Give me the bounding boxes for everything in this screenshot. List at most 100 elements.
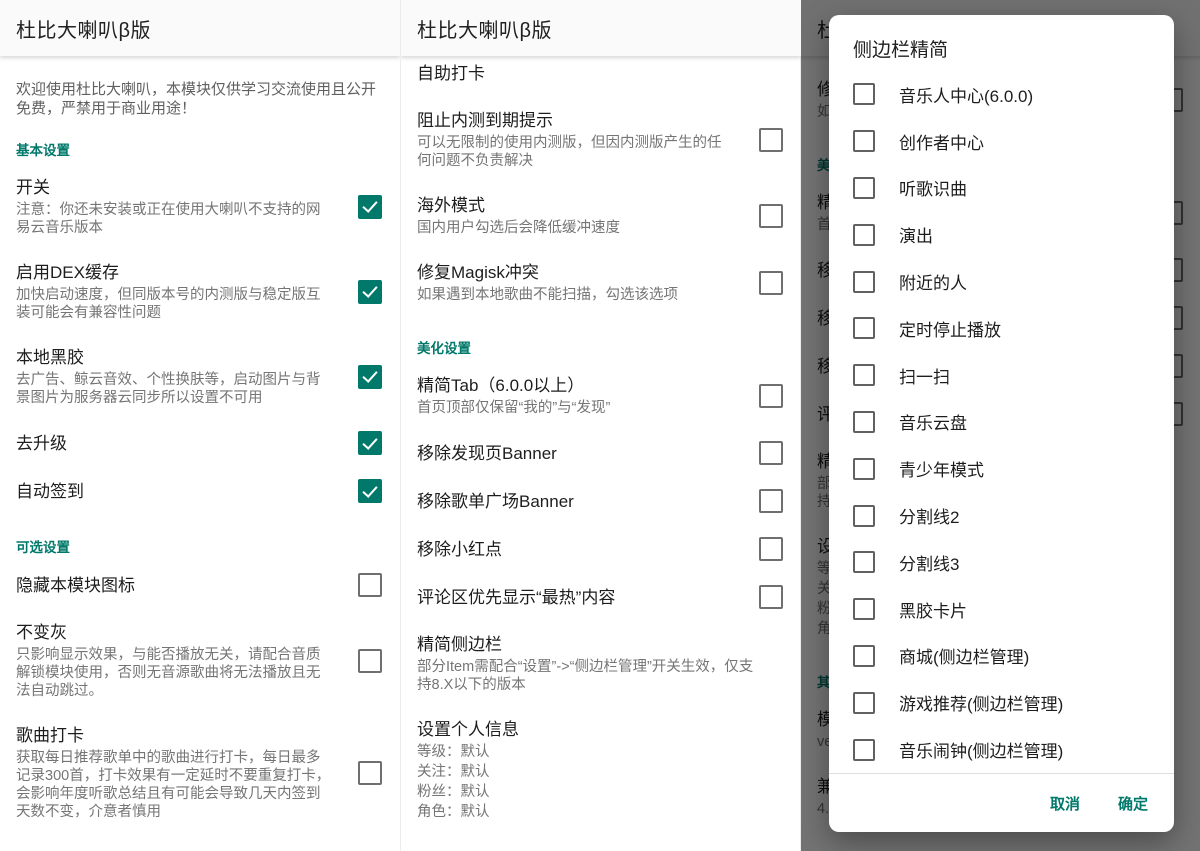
setting-title: 本地黑胶 (16, 346, 332, 369)
setting-row[interactable]: 去升级 (0, 419, 400, 467)
checkbox[interactable] (358, 479, 382, 503)
checkbox[interactable] (358, 761, 382, 785)
setting-row[interactable]: 设置个人信息等级：默认关注：默认粉丝：默认角色：默认 (401, 706, 801, 833)
setting-row[interactable]: 精简Tab（6.0.0以上）首页顶部仅保留“我的”与“发现” (401, 362, 801, 429)
app-title: 杜比大喇叭β版 (417, 14, 552, 43)
setting-row[interactable]: 评论区优先显示“最热”内容 (401, 573, 801, 621)
checkbox[interactable] (853, 177, 875, 199)
appbar: 杜比大喇叭β版 (401, 0, 801, 56)
setting-title: 移除发现页Banner (417, 442, 733, 465)
checkbox[interactable] (759, 271, 783, 295)
setting-title: 修复Magisk冲突 (417, 261, 733, 284)
dialog-option-label: 附近的人 (899, 269, 967, 294)
setting-text: 不变灰只影响显示效果，与能否播放无关，请配合音质解锁模块使用，否则无音源歌曲将无… (16, 621, 358, 700)
dialog-option-label: 黑胶卡片 (899, 597, 967, 622)
setting-title: 隐藏本模块图标 (16, 574, 332, 597)
dialog-option-label: 音乐闹钟(侧边栏管理) (899, 737, 1063, 762)
checkbox[interactable] (853, 224, 875, 246)
dialog-option-row[interactable]: 定时停止播放 (829, 305, 1174, 352)
checkbox[interactable] (358, 431, 382, 455)
checkbox[interactable] (358, 280, 382, 304)
dialog-option-row[interactable]: 音乐闹钟(侧边栏管理) (829, 726, 1174, 773)
setting-title: 阻止内测到期提示 (417, 109, 733, 132)
setting-row[interactable]: 海外模式国内用户勾选后会降低缓冲速度 (401, 182, 801, 249)
setting-row[interactable]: 自动签到 (0, 467, 400, 515)
settings-screen-right: 杜比大喇叭β版 修复Magisk冲突如果遇到本地歌曲不能扫描，勾选该选项美化设置… (800, 0, 1200, 851)
checkbox[interactable] (759, 204, 783, 228)
dialog-option-label: 商城(侧边栏管理) (899, 643, 1029, 668)
setting-row[interactable]: 自助打卡 (401, 62, 801, 97)
checkbox[interactable] (853, 317, 875, 339)
dialog-option-row[interactable]: 音乐人中心(6.0.0) (829, 71, 1174, 118)
dialog-option-row[interactable]: 演出 (829, 211, 1174, 258)
checkbox[interactable] (759, 585, 783, 609)
checkbox[interactable] (759, 537, 783, 561)
checkbox[interactable] (759, 441, 783, 465)
checkbox[interactable] (853, 692, 875, 714)
setting-text: 精简Tab（6.0.0以上）首页顶部仅保留“我的”与“发现” (417, 374, 759, 417)
dialog-option-row[interactable]: 扫一扫 (829, 352, 1174, 399)
setting-subtitle-line: 粉丝：默认 (417, 783, 757, 801)
setting-row[interactable]: 开关注意：你还未安装或正在使用大喇叭不支持的网易云音乐版本 (0, 164, 400, 249)
setting-row[interactable]: 移除歌单广场Banner (401, 477, 801, 525)
checkbox[interactable] (853, 505, 875, 527)
checkbox[interactable] (853, 598, 875, 620)
setting-row[interactable]: 移除发现页Banner (401, 429, 801, 477)
setting-row[interactable]: 移除小红点 (401, 525, 801, 573)
setting-row[interactable]: 阻止内测到期提示可以无限制的使用内测版，但因内测版产生的任何问题不负责解决 (401, 97, 801, 182)
setting-row[interactable]: 不变灰只影响显示效果，与能否播放无关，请配合音质解锁模块使用，否则无音源歌曲将无… (0, 609, 400, 712)
checkbox[interactable] (853, 83, 875, 105)
settings-screen-left: 杜比大喇叭β版 欢迎使用杜比大喇叭，本模块仅供学习交流使用且公开免费，严禁用于商… (0, 0, 400, 851)
setting-row[interactable]: 歌曲打卡获取每日推荐歌单中的歌曲进行打卡，每日最多记录300首，打卡效果有一定延… (0, 712, 400, 833)
setting-text: 本地黑胶去广告、鲸云音效、个性换肤等，启动图片与背景图片为服务器云同步所以设置不… (16, 346, 358, 407)
dialog-title: 侧边栏精简 (829, 15, 1174, 71)
ok-button[interactable]: 确定 (1118, 793, 1148, 814)
setting-text: 自动签到 (16, 480, 358, 503)
checkbox[interactable] (853, 411, 875, 433)
dialog-option-row[interactable]: 黑胶卡片 (829, 586, 1174, 633)
dialog-option-label: 扫一扫 (899, 363, 950, 388)
checkbox[interactable] (759, 128, 783, 152)
checkbox[interactable] (853, 739, 875, 761)
dialog-option-row[interactable]: 分割线2 (829, 492, 1174, 539)
dialog-option-row[interactable]: 游戏推荐(侧边栏管理) (829, 679, 1174, 726)
checkbox[interactable] (759, 489, 783, 513)
dialog-option-row[interactable]: 创作者中心 (829, 118, 1174, 165)
setting-subtitle: 去广告、鲸云音效、个性换肤等，启动图片与背景图片为服务器云同步所以设置不可用 (16, 371, 332, 407)
checkbox[interactable] (853, 458, 875, 480)
checkbox[interactable] (358, 365, 382, 389)
setting-subtitle-line: 关注：默认 (417, 763, 757, 781)
setting-row[interactable]: 本地黑胶去广告、鲸云音效、个性换肤等，启动图片与背景图片为服务器云同步所以设置不… (0, 334, 400, 419)
appbar: 杜比大喇叭β版 (0, 0, 400, 56)
setting-title: 歌曲打卡 (16, 724, 332, 747)
setting-text: 隐藏本模块图标 (16, 574, 358, 597)
dialog-option-row[interactable]: 青少年模式 (829, 445, 1174, 492)
dialog-option-label: 听歌识曲 (899, 175, 967, 200)
dialog-option-label: 分割线3 (899, 550, 959, 575)
setting-subtitle: 获取每日推荐歌单中的歌曲进行打卡，每日最多记录300首，打卡效果有一定延时不要重… (16, 749, 332, 821)
dialog-option-row[interactable]: 分割线3 (829, 539, 1174, 586)
dialog-option-row[interactable]: 音乐云盘 (829, 399, 1174, 446)
checkbox[interactable] (853, 364, 875, 386)
checkbox[interactable] (358, 195, 382, 219)
dialog-option-row[interactable]: 商城(侧边栏管理) (829, 633, 1174, 680)
checkbox[interactable] (358, 649, 382, 673)
setting-row[interactable]: 启用DEX缓存加快启动速度，但同版本号的内测版与稳定版互装可能会有兼容性问题 (0, 249, 400, 334)
setting-subtitle: 国内用户勾选后会降低缓冲速度 (417, 219, 733, 237)
setting-text: 启用DEX缓存加快启动速度，但同版本号的内测版与稳定版互装可能会有兼容性问题 (16, 261, 358, 322)
dialog-option-row[interactable]: 听歌识曲 (829, 165, 1174, 212)
setting-row[interactable]: 隐藏本模块图标 (0, 561, 400, 609)
checkbox[interactable] (358, 573, 382, 597)
setting-text: 去升级 (16, 432, 358, 455)
cancel-button[interactable]: 取消 (1050, 793, 1080, 814)
setting-row[interactable]: 修复Magisk冲突如果遇到本地歌曲不能扫描，勾选该选项 (401, 249, 801, 316)
checkbox[interactable] (853, 271, 875, 293)
setting-title: 自助打卡 (417, 62, 757, 85)
setting-title: 开关 (16, 176, 332, 199)
dialog-option-row[interactable]: 附近的人 (829, 258, 1174, 305)
checkbox[interactable] (853, 645, 875, 667)
checkbox[interactable] (853, 130, 875, 152)
setting-row[interactable]: 精简侧边栏部分Item需配合“设置”->“侧边栏管理”开关生效，仅支持8.X以下… (401, 621, 801, 706)
checkbox[interactable] (853, 551, 875, 573)
checkbox[interactable] (759, 384, 783, 408)
